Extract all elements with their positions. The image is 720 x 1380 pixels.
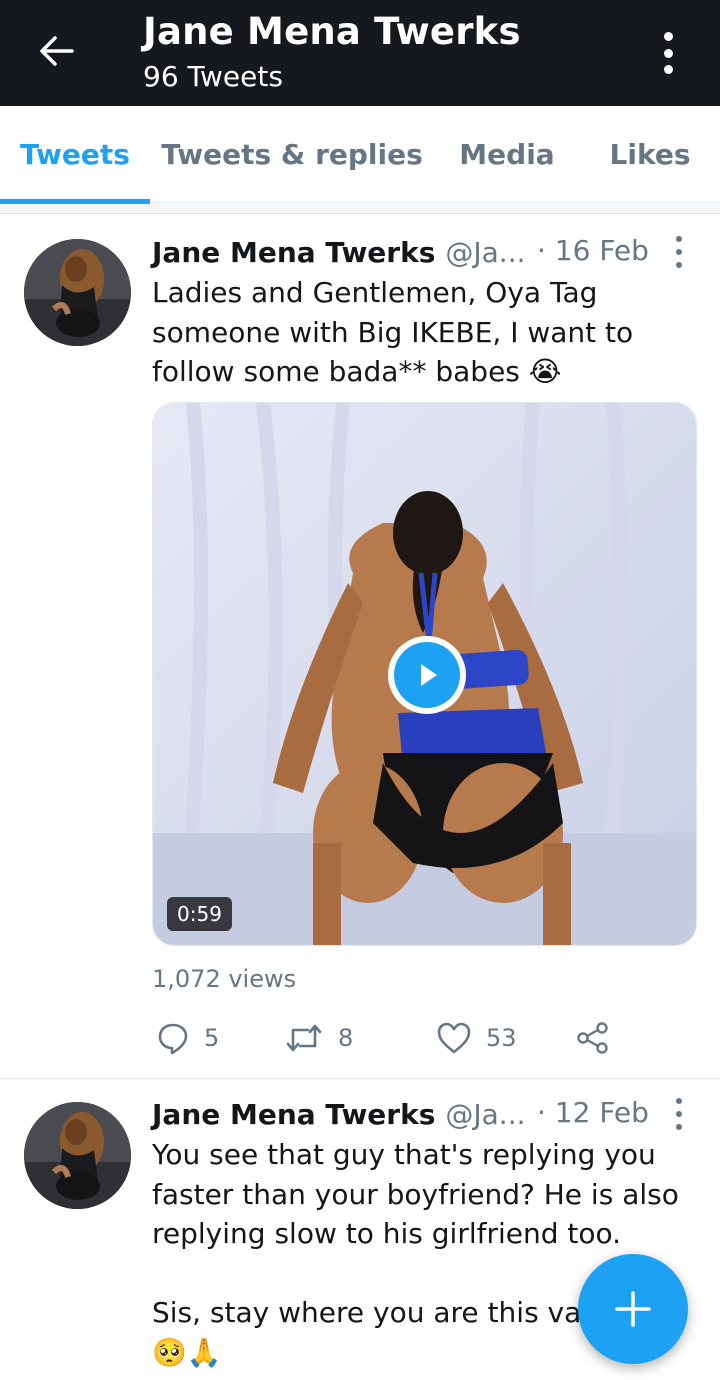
tweet-date[interactable]: · 12 Feb <box>537 1096 649 1129</box>
author-handle[interactable]: @Ja... <box>445 1098 525 1131</box>
tweet-header: Jane Mena Twerks @Ja... <box>152 1096 526 1132</box>
avatar[interactable] <box>24 1102 131 1209</box>
tweet-menu-button[interactable] <box>664 1096 694 1132</box>
compose-tweet-button[interactable] <box>578 1254 688 1364</box>
vertical-dots-icon <box>676 1098 682 1104</box>
tweet-2[interactable]: Jane Mena Twerks @Ja... · 12 Feb You see… <box>0 0 720 1380</box>
author-name[interactable]: Jane Mena Twerks <box>152 1098 435 1131</box>
plus-icon <box>615 1291 651 1327</box>
